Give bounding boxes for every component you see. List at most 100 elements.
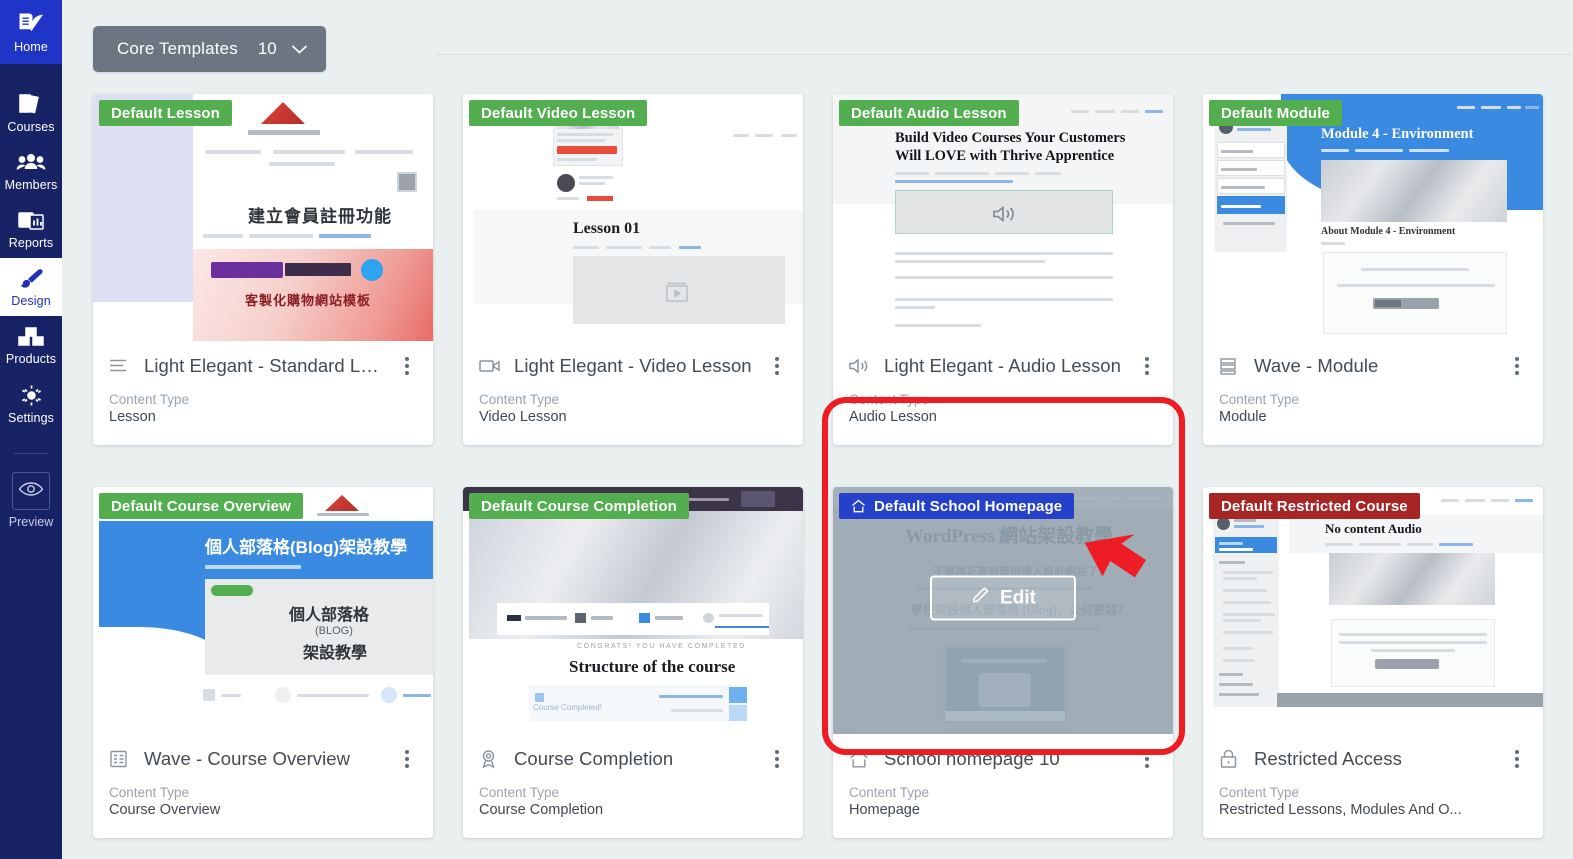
medal-icon <box>479 749 501 769</box>
pencil-icon <box>970 585 990 611</box>
template-card-default-video-lesson[interactable]: Lesson 01 Default Video Lesson Light Ele… <box>463 94 803 445</box>
badge-label: Default Lesson <box>111 104 220 122</box>
filter-label: Core Templates <box>117 39 238 58</box>
thumbnail-art: 建立會員註冊功能 客製化購物網站模板 <box>93 94 433 341</box>
lock-icon <box>1219 749 1241 769</box>
books-icon <box>17 91 45 117</box>
toolbar-divider <box>435 54 1573 55</box>
sidebar-item-settings[interactable]: Settings <box>0 374 62 433</box>
sidebar-preview-button[interactable]: Preview <box>0 472 62 529</box>
card-footer: Restricted Access Content Type Restricte… <box>1203 734 1543 838</box>
card-title-row: Course Completion <box>479 748 787 770</box>
play-frame-icon <box>663 280 691 309</box>
sidebar-item-home[interactable]: Home <box>0 0 62 64</box>
content-type-value: Video Lesson <box>479 409 567 425</box>
sidebar-item-members[interactable]: Members <box>0 142 62 200</box>
sidebar-item-products[interactable]: Products <box>0 316 62 374</box>
template-card-default-restricted-course[interactable]: No content Audio Default Restricted Cour… <box>1203 487 1543 838</box>
more-vertical-icon[interactable] <box>1137 748 1157 770</box>
content-type-value: Course Completion <box>479 802 604 818</box>
content-type-label: Content Type <box>849 785 930 800</box>
template-thumbnail: No content Audio Default Restricted Cour… <box>1203 487 1543 734</box>
content-type-label: Content Type <box>109 392 190 407</box>
content-type-value: Lesson <box>109 409 156 425</box>
template-status-badge: Default Course Completion <box>469 493 689 519</box>
template-card-default-lesson[interactable]: 建立會員註冊功能 客製化購物網站模板 Default Lesson Light … <box>93 94 433 445</box>
templates-toolbar: Core Templates 10 <box>62 0 1573 94</box>
more-vertical-icon[interactable] <box>1507 355 1527 377</box>
template-thumbnail: WordPress 網站架設教學 不要再花高額費用請人設計網站了！ 學校架設個人… <box>833 487 1173 734</box>
card-title-row: Light Elegant - Standard Lesson <box>109 355 417 377</box>
card-title: Course Completion <box>514 748 674 769</box>
template-card-default-course-completion[interactable]: CONGRATS! YOU HAVE COMPLETED Structure o… <box>463 487 803 838</box>
template-status-badge: Default School Homepage <box>839 493 1075 519</box>
sidebar-item-label: Design <box>11 294 51 308</box>
more-vertical-icon[interactable] <box>767 748 787 770</box>
sidebar-item-label: Reports <box>8 236 54 250</box>
preview-box <box>12 472 50 510</box>
list-card-icon <box>109 750 131 768</box>
sidebar-divider <box>14 453 48 454</box>
template-status-badge: Default Audio Lesson <box>839 100 1019 126</box>
card-title-row: Light Elegant - Video Lesson <box>479 355 787 377</box>
thumbnail-art: CONGRATS! YOU HAVE COMPLETED Structure o… <box>463 487 803 734</box>
filter-count: 10 <box>257 39 277 58</box>
badge-label: Default Module <box>1221 104 1330 122</box>
edit-button-label: Edit <box>1000 587 1036 609</box>
thumbnail-art: Lesson 01 <box>463 94 803 341</box>
speaker-icon <box>991 204 1017 229</box>
card-title: Wave - Module <box>1254 355 1379 376</box>
main-content: Core Templates 10 建立會員註冊功能 客製化購物網站模板 Def… <box>62 0 1573 859</box>
stacked-rows-icon <box>1219 357 1241 375</box>
reports-chart-icon <box>17 209 45 233</box>
card-footer: Light Elegant - Standard Lesson Content … <box>93 341 433 445</box>
more-vertical-icon[interactable] <box>1507 748 1527 770</box>
more-vertical-icon[interactable] <box>397 355 417 377</box>
more-vertical-icon[interactable] <box>767 355 787 377</box>
sidebar-item-label: Members <box>4 178 58 192</box>
main-sidebar: Home Courses Members Reports Design Prod… <box>0 0 62 859</box>
card-title-row: Wave - Course Overview <box>109 748 417 770</box>
template-card-default-module[interactable]: Module 4 - Environment About Module 4 - … <box>1203 94 1543 445</box>
template-card-default-audio-lesson[interactable]: Build Video Courses Your Customers Will … <box>833 94 1173 445</box>
content-type-value: Homepage <box>849 802 920 818</box>
speaker-icon <box>849 357 871 375</box>
card-title: Light Elegant - Video Lesson <box>514 355 752 376</box>
book-leaf-icon <box>17 11 45 37</box>
template-thumbnail: CONGRATS! YOU HAVE COMPLETED Structure o… <box>463 487 803 734</box>
thumbnail-art: Module 4 - Environment About Module 4 - … <box>1203 94 1543 341</box>
content-type-label: Content Type <box>479 785 560 800</box>
sidebar-item-design[interactable]: Design <box>0 258 62 316</box>
more-vertical-icon[interactable] <box>397 748 417 770</box>
thumbnail-art: Build Video Courses Your Customers Will … <box>833 94 1173 341</box>
template-thumbnail: Module 4 - Environment About Module 4 - … <box>1203 94 1543 341</box>
template-status-badge: Default Module <box>1209 100 1342 126</box>
video-camera-icon <box>479 357 501 375</box>
template-status-badge: Default Lesson <box>99 100 232 126</box>
template-thumbnail: Build Video Courses Your Customers Will … <box>833 94 1173 341</box>
template-card-default-school-homepage[interactable]: WordPress 網站架設教學 不要再花高額費用請人設計網站了！ 學校架設個人… <box>833 487 1173 838</box>
paintbrush-icon <box>17 267 45 291</box>
more-vertical-icon[interactable] <box>1137 355 1157 377</box>
card-title: Restricted Access <box>1254 748 1402 769</box>
card-title-row: Restricted Access <box>1219 748 1527 770</box>
badge-label: Default Restricted Course <box>1221 497 1408 515</box>
card-footer: Course Completion Content Type Course Co… <box>463 734 803 838</box>
badge-label: Default School Homepage <box>874 497 1063 515</box>
card-footer: Wave - Module Content Type Module <box>1203 341 1543 445</box>
sidebar-item-courses[interactable]: Courses <box>0 82 62 142</box>
chevron-down-icon[interactable] <box>291 44 308 55</box>
eye-icon <box>18 480 44 503</box>
card-footer: Light Elegant - Audio Lesson Content Typ… <box>833 341 1173 445</box>
core-templates-filter[interactable]: Core Templates 10 <box>93 26 326 72</box>
edit-button[interactable]: Edit <box>930 575 1076 621</box>
content-type-label: Content Type <box>109 785 190 800</box>
template-card-default-course-overview[interactable]: 個人部落格(Blog)架設教學 個人部落格 (BLOG) 架設教學 Defaul… <box>93 487 433 838</box>
template-status-badge: Default Course Overview <box>99 493 303 519</box>
thumbnail-art: No content Audio <box>1203 487 1543 734</box>
templates-grid: 建立會員註冊功能 客製化購物網站模板 Default Lesson Light … <box>62 94 1573 838</box>
card-title: School homepage 10 <box>884 748 1060 769</box>
gear-icon <box>18 383 45 408</box>
sidebar-item-reports[interactable]: Reports <box>0 200 62 258</box>
